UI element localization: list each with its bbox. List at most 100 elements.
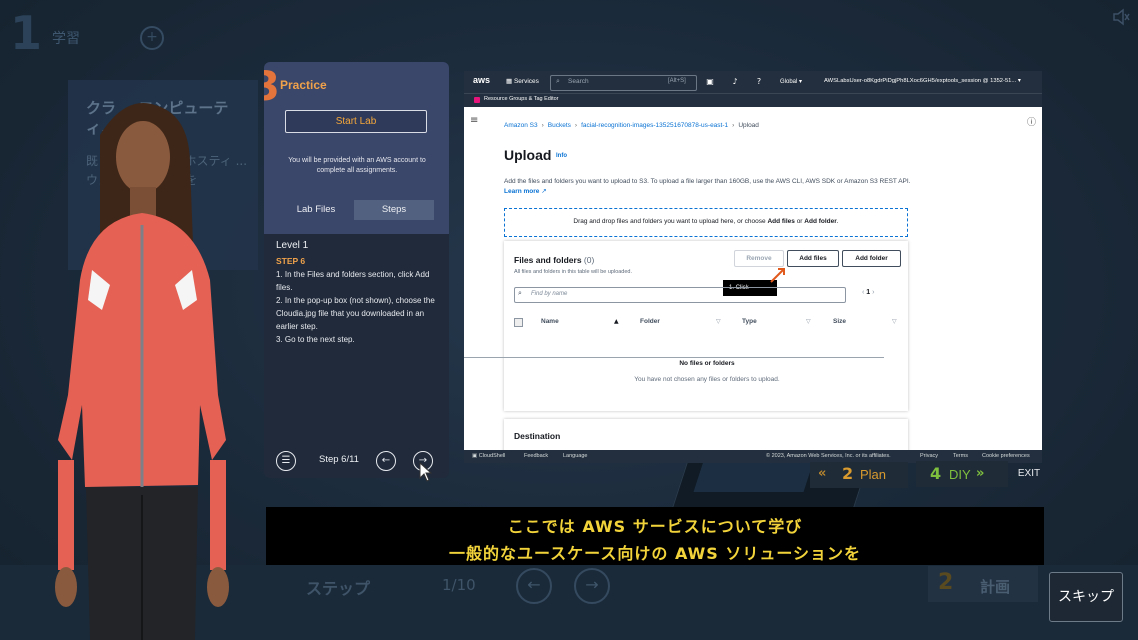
- background-step-count: 1/10: [442, 576, 476, 594]
- feedback-link[interactable]: Feedback: [524, 453, 548, 459]
- background-plan-number: 2: [938, 570, 954, 595]
- resource-groups-icon: [474, 97, 480, 103]
- overlay-diagonal-line: [928, 142, 1042, 463]
- click-arrow-icon: [770, 268, 785, 283]
- speaker-icon[interactable]: [1112, 8, 1130, 26]
- empty-state-title: No files or folders: [679, 360, 735, 367]
- services-label: Services: [513, 78, 539, 85]
- lab-info-text: You will be provided with an AWS account…: [288, 157, 426, 174]
- mouse-cursor-icon: [419, 462, 433, 482]
- cloudshell-label: CloudShell: [478, 453, 506, 459]
- subtitle-line-1: ここでは AWS サービスについて学び: [507, 517, 803, 536]
- resource-groups-link[interactable]: Resource Groups & Tag Editor: [484, 96, 559, 102]
- sort-icon: ▽: [806, 318, 811, 325]
- breadcrumb-current: Upload: [738, 122, 759, 129]
- menu-icon[interactable]: ≡: [470, 115, 478, 126]
- files-count: (0): [583, 255, 595, 265]
- step-line: 2. In the pop-up box (not shown), choose…: [276, 296, 435, 331]
- search-placeholder: Search: [568, 78, 589, 85]
- prev-step-icon[interactable]: ←: [376, 451, 396, 471]
- skip-button[interactable]: スキップ: [1049, 572, 1123, 622]
- select-all-checkbox[interactable]: [514, 318, 523, 327]
- add-folder-button[interactable]: Add folder: [842, 250, 901, 267]
- empty-state-subtitle: You have not chosen any files or folders…: [634, 376, 780, 383]
- breadcrumb-bucket[interactable]: facial-recognition-images-135251670878-u…: [581, 122, 728, 129]
- dropzone-text-part: Drag and drop files and folders you want…: [573, 218, 768, 225]
- files-folders-title: Files and folders (0): [514, 255, 594, 265]
- account-menu[interactable]: AWSLabsUser-o8KgdrPiDgjPh8LXoc6GH5/expto…: [824, 78, 1021, 84]
- dropzone-text-part: or: [794, 218, 805, 225]
- add-files-button[interactable]: Add files: [787, 250, 839, 267]
- cloudshell-link[interactable]: ▣ CloudShell: [472, 453, 505, 459]
- search-icon: ⌕: [518, 289, 522, 297]
- cloudshell-icon[interactable]: ▣: [705, 77, 715, 87]
- column-name[interactable]: Name: [541, 318, 559, 325]
- copyright-text: © 2023, Amazon Web Services, Inc. or its…: [766, 453, 891, 459]
- bell-icon[interactable]: ♪: [730, 77, 740, 87]
- background-step-label: ステップ: [306, 579, 371, 598]
- dropzone-text: Drag and drop files and folders you want…: [504, 218, 908, 225]
- breadcrumb: Amazon S3 › Buckets › facial-recognition-ima…: [504, 122, 759, 129]
- double-chevron-right-icon: »: [976, 466, 985, 481]
- files-folders-title-text: Files and folders: [514, 255, 582, 265]
- start-lab-button[interactable]: Start Lab: [285, 110, 427, 133]
- page-description: Add the files and folders you want to up…: [504, 177, 914, 197]
- background-next-icon: →: [574, 568, 610, 604]
- region-menu[interactable]: Global ▾: [780, 78, 802, 85]
- help-icon[interactable]: ?: [754, 77, 764, 87]
- diy-stage-label: DIY: [949, 467, 971, 482]
- destination-title: Destination: [514, 431, 561, 441]
- chevron-right-icon[interactable]: ›: [872, 289, 874, 296]
- avatar-character: [55, 103, 229, 640]
- background-step-number: 1: [10, 6, 43, 60]
- dropzone-bold: Add files: [767, 218, 795, 225]
- learn-more-link[interactable]: Learn more: [504, 188, 539, 195]
- services-menu[interactable]: ▦ Services: [506, 77, 539, 85]
- column-folder[interactable]: Folder: [640, 318, 660, 325]
- language-link[interactable]: Language: [563, 453, 587, 459]
- chevron-right-icon: ›: [732, 122, 735, 129]
- breadcrumb-buckets[interactable]: Buckets: [548, 122, 571, 129]
- dropzone-bold: Add folder: [804, 218, 837, 225]
- aws-logo[interactable]: aws: [473, 75, 490, 85]
- column-size[interactable]: Size: [833, 318, 846, 325]
- step-line: 3. Go to the next step.: [276, 335, 355, 344]
- description-text: Add the files and folders you want to up…: [504, 178, 911, 185]
- info-icon[interactable]: ⓘ: [1027, 115, 1036, 128]
- step-counter: Step 6/11: [319, 454, 359, 465]
- practice-label: Practice: [280, 78, 327, 92]
- aws-console-screenshot: aws ▦ Services ⌕ Search [Alt+S] ▣ ♪ ? Gl…: [464, 71, 1042, 463]
- lab-panel: 3 Practice Start Lab You will be provide…: [264, 62, 449, 478]
- column-type[interactable]: Type: [742, 318, 757, 325]
- grid-icon: ▦: [506, 78, 514, 85]
- practice-number: 3: [264, 64, 280, 110]
- external-link-icon: ↗: [539, 188, 547, 195]
- sort-icon: ▽: [892, 318, 897, 325]
- level-label: Level 1: [276, 240, 309, 251]
- chevron-right-icon: ›: [574, 122, 578, 129]
- exit-button[interactable]: EXIT: [1012, 461, 1046, 487]
- chevron-right-icon: ›: [541, 122, 544, 129]
- info-link[interactable]: Info: [556, 153, 567, 159]
- breadcrumb-s3[interactable]: Amazon S3: [504, 122, 538, 129]
- pagination: ‹ 1 ›: [862, 289, 874, 296]
- tab-steps[interactable]: Steps: [354, 200, 434, 220]
- list-icon[interactable]: ☰: [276, 451, 296, 471]
- find-placeholder: Find by name: [531, 291, 568, 297]
- step-line: 1. In the Files and folders section, cli…: [276, 270, 430, 292]
- files-folders-subtitle: All files and folders in this table will…: [514, 269, 633, 275]
- background-prev-icon: ←: [516, 568, 552, 604]
- background-plan-label: 計画: [980, 578, 1011, 596]
- background-title: 学習: [52, 31, 80, 47]
- subtitle-line-2: 一般的なユースケース向けの AWS ソリューションを: [448, 544, 862, 563]
- sort-icon: ▽: [716, 318, 721, 325]
- terminal-icon: ▣: [472, 453, 479, 459]
- page-number[interactable]: 1: [866, 289, 870, 296]
- plan-stage-label: Plan: [860, 467, 887, 482]
- sort-asc-icon: ▲: [614, 318, 619, 325]
- page-title: Upload: [504, 147, 552, 163]
- search-icon: ⌕: [556, 77, 560, 85]
- step-heading: STEP 6: [276, 256, 306, 266]
- tab-lab-files[interactable]: Lab Files: [278, 200, 354, 220]
- plan-stage-number: 2: [842, 464, 854, 483]
